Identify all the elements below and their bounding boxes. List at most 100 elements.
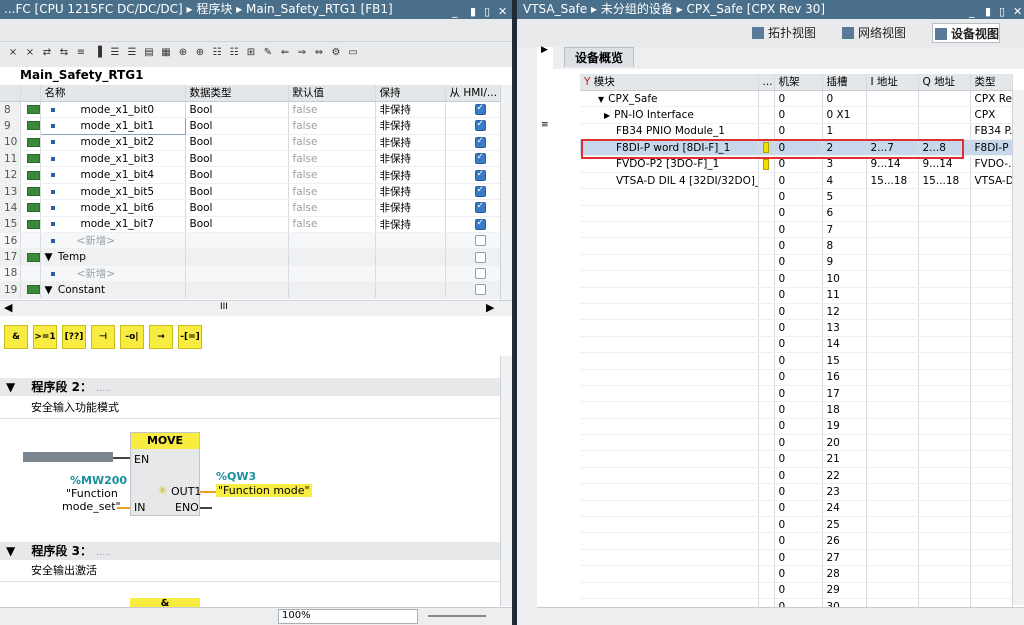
- var-retain[interactable]: 非保持: [375, 101, 446, 119]
- var-default[interactable]: false: [288, 134, 376, 152]
- ladder-instruction-button[interactable]: ⊣: [91, 325, 115, 349]
- hmi-checkbox[interactable]: [474, 136, 486, 148]
- editor-vscroll[interactable]: [500, 356, 512, 606]
- tab-device-overview[interactable]: 设备概览: [564, 47, 635, 67]
- device-row[interactable]: 09: [580, 254, 1013, 272]
- device-slot[interactable]: 5: [822, 188, 867, 206]
- device-row[interactable]: ▼ CPX_Safe 00 CPX Re...: [580, 90, 1013, 108]
- device-slot[interactable]: 22: [822, 467, 867, 485]
- var-retain[interactable]: [375, 281, 446, 299]
- hmi-checkbox[interactable]: [474, 284, 486, 296]
- side-arrow[interactable]: ▶: [541, 45, 548, 55]
- device-row[interactable]: 07: [580, 221, 1013, 239]
- panel-grip[interactable]: ≡: [541, 120, 549, 130]
- device-row[interactable]: 0 22: [580, 467, 1013, 485]
- device-row[interactable]: 0 14: [580, 336, 1013, 354]
- var-type[interactable]: Bool: [185, 216, 289, 234]
- device-rack[interactable]: 0: [774, 254, 823, 272]
- device-rack[interactable]: 0: [774, 237, 823, 255]
- device-rack[interactable]: 0: [774, 270, 823, 288]
- var-retain[interactable]: 非保持: [375, 117, 446, 135]
- device-vscroll[interactable]: [1012, 90, 1024, 605]
- device-rack[interactable]: 0: [774, 418, 823, 436]
- device-rack[interactable]: 0: [774, 123, 823, 141]
- var-default[interactable]: false: [288, 216, 376, 234]
- col-default[interactable]: 默认值: [288, 85, 376, 102]
- hmi-checkbox[interactable]: [474, 185, 486, 198]
- device-rack[interactable]: 0: [774, 532, 823, 550]
- device-slot[interactable]: 25: [822, 516, 867, 534]
- device-slot[interactable]: 24: [822, 500, 867, 518]
- col-qaddr[interactable]: Q 地址: [918, 74, 971, 91]
- interface-row[interactable]: 15 mode_x1_bit7 Bool false 非保持: [0, 216, 501, 234]
- device-slot[interactable]: 29: [822, 582, 867, 600]
- device-slot[interactable]: 0: [822, 90, 867, 108]
- ladder-instruction-button[interactable]: →: [149, 325, 173, 349]
- col-more[interactable]: ...: [758, 74, 775, 91]
- device-rack[interactable]: 0: [774, 500, 823, 518]
- device-slot[interactable]: 7: [822, 221, 867, 239]
- device-slot[interactable]: 8: [822, 237, 867, 255]
- network-3-header[interactable]: ▼ 程序段 3： .....: [0, 542, 500, 560]
- toolbar-tool-icon[interactable]: ⇒: [295, 45, 309, 61]
- device-type[interactable]: FVDO-...: [970, 155, 1013, 173]
- var-type[interactable]: Bool: [185, 117, 289, 135]
- device-rack[interactable]: 0: [774, 172, 823, 190]
- device-slot[interactable]: 15: [822, 352, 867, 370]
- expand-icon[interactable]: ▼: [45, 284, 53, 296]
- expand-icon[interactable]: ▶: [604, 111, 610, 120]
- var-type[interactable]: Bool: [185, 199, 289, 217]
- device-row[interactable]: 0 29: [580, 582, 1013, 600]
- interface-row[interactable]: 19 ▼ Constant: [0, 281, 501, 299]
- network-view-button[interactable]: 网络视图: [840, 23, 906, 43]
- device-row[interactable]: 08: [580, 237, 1013, 255]
- var-default[interactable]: [288, 281, 376, 299]
- device-row[interactable]: 0 18: [580, 401, 1013, 419]
- device-slot[interactable]: 6: [822, 205, 867, 223]
- device-rack[interactable]: 0: [774, 516, 823, 534]
- device-row[interactable]: 0 11: [580, 287, 1013, 304]
- device-row[interactable]: 0 27: [580, 549, 1013, 567]
- hmi-checkbox[interactable]: [474, 119, 486, 132]
- device-rack[interactable]: 0: [774, 483, 823, 501]
- network-3-comment[interactable]: 安全输出激活: [0, 560, 500, 582]
- left-restore-button[interactable]: ▮: [470, 2, 476, 19]
- out-address[interactable]: %QW3: [216, 470, 256, 483]
- device-rack[interactable]: 0: [774, 467, 823, 485]
- device-slot[interactable]: 13: [822, 319, 867, 337]
- var-type[interactable]: Bool: [185, 101, 289, 119]
- device-rack[interactable]: 0: [774, 369, 823, 386]
- device-row[interactable]: 0 23: [580, 483, 1013, 501]
- device-rack[interactable]: 0: [774, 205, 823, 223]
- left-maximize-button[interactable]: ▯: [484, 2, 490, 19]
- device-rack[interactable]: 0: [774, 336, 823, 354]
- var-type[interactable]: Bool: [185, 183, 289, 201]
- interface-row[interactable]: 10 mode_x1_bit2 Bool false 非保持: [0, 134, 501, 152]
- device-row[interactable]: VTSA-D DIL 4 [32DI/32DO]_1 0 4 15...18 15...…: [580, 172, 1013, 190]
- col-module[interactable]: Y 模块: [580, 74, 759, 91]
- var-type[interactable]: [185, 248, 289, 266]
- zoom-slider[interactable]: [428, 615, 486, 617]
- device-row[interactable]: 0 25: [580, 516, 1013, 534]
- right-close-button[interactable]: ✕: [1013, 2, 1022, 19]
- interface-row[interactable]: 16 <新增>: [0, 232, 501, 250]
- move-block[interactable]: MOVE EN OUT1 IN ENO ✳: [130, 432, 201, 516]
- device-type[interactable]: FB34 P...: [970, 123, 1013, 141]
- hmi-checkbox[interactable]: [474, 103, 486, 116]
- toolbar-tool-icon[interactable]: ⊕: [176, 45, 190, 61]
- network-2-comment[interactable]: 安全输入功能模式: [0, 397, 500, 419]
- device-iaddr[interactable]: [866, 106, 919, 124]
- expand-icon[interactable]: ▼: [45, 251, 53, 263]
- toolbar-tool-icon[interactable]: ⚙: [329, 45, 343, 61]
- toolbar-tool-icon[interactable]: ⨯: [6, 45, 20, 61]
- var-default[interactable]: false: [288, 199, 376, 217]
- toolbar-tool-icon[interactable]: ≡: [74, 45, 88, 61]
- device-slot[interactable]: 19: [822, 418, 867, 436]
- var-type[interactable]: Bool: [185, 150, 289, 168]
- ladder-instruction-button[interactable]: -o|: [120, 325, 144, 349]
- device-rack[interactable]: 0: [774, 221, 823, 239]
- device-slot[interactable]: 10: [822, 270, 867, 288]
- right-maximize-button[interactable]: ▯: [999, 2, 1005, 19]
- device-qaddr[interactable]: [918, 90, 971, 108]
- col-iaddr[interactable]: I 地址: [866, 74, 919, 91]
